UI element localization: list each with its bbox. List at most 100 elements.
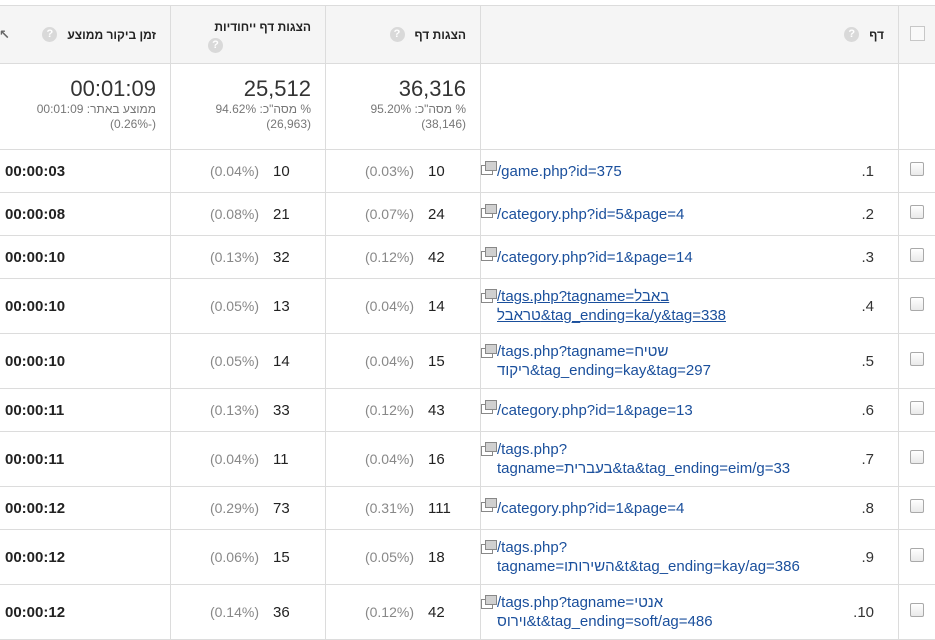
unique-pageviews-percent: (0.06%) — [209, 549, 259, 565]
help-icon[interactable]: ? — [844, 27, 860, 42]
totals-row: 36,316 % מסה"כ: 95.20% (38,146) 25,512 %… — [0, 63, 935, 150]
unique-pageviews-value: 10 — [273, 162, 290, 180]
page-link[interactable]: /category.php?id=1&page=14 — [497, 248, 834, 267]
open-in-new-window-icon[interactable] — [481, 497, 497, 512]
avg-time-cell: 00:00:10 — [0, 278, 171, 334]
open-in-new-window-icon[interactable] — [481, 344, 497, 358]
avg-time-value: 00:00:12 — [5, 548, 66, 566]
pageviews-value: 43 — [428, 401, 445, 419]
page-link[interactable]: /game.php?id=375 — [497, 162, 834, 181]
unique-pageviews-cell: 11 (0.04%) — [170, 431, 326, 487]
open-in-new-window-icon[interactable] — [481, 289, 497, 303]
open-in-new-window-icon[interactable] — [481, 442, 497, 456]
open-in-new-window-icon[interactable] — [481, 160, 497, 175]
pageviews-value: 24 — [428, 205, 445, 223]
pageviews-percent: (0.12%) — [364, 604, 414, 620]
unique-pageviews-value: 32 — [273, 248, 290, 266]
column-header-avg-time[interactable]: זמן ביקור ממוצע ? ↖ — [0, 5, 171, 64]
pageviews-value: 16 — [428, 450, 445, 468]
row-checkbox[interactable] — [910, 205, 925, 219]
row-number: 5. — [861, 352, 874, 370]
row-select-cell — [898, 529, 935, 585]
row-number: 9. — [861, 548, 874, 566]
row-select-cell — [898, 333, 935, 389]
unique-pageviews-percent: (0.05%) — [209, 353, 259, 369]
row-checkbox[interactable] — [910, 297, 925, 311]
help-icon[interactable]: ? — [42, 27, 58, 42]
unique-pageviews-value: 36 — [273, 603, 290, 621]
page-link[interactable]: /tags.php?tagname=שטיח ריקוד&tag_ending=… — [497, 342, 834, 380]
page-cell: 7. /tags.php?tagname=בעברית&ta&tag_endin… — [480, 431, 899, 487]
unique-pageviews-percent: (0.04%) — [209, 451, 259, 467]
row-number: 10. — [853, 603, 874, 621]
open-in-new-window-icon[interactable] — [481, 595, 497, 609]
pageviews-cell: 42 (0.12%) — [325, 584, 481, 640]
row-number: 1. — [861, 162, 874, 180]
column-header-pageviews-label: הצגות דף — [414, 27, 466, 42]
row-checkbox[interactable] — [910, 499, 925, 513]
avg-time-value: 00:00:10 — [5, 297, 66, 315]
open-in-new-window-icon[interactable] — [481, 540, 497, 554]
row-checkbox[interactable] — [910, 352, 925, 366]
page-link[interactable]: /tags.php?tagname=אנטי וירוס&t&tag_endin… — [497, 593, 834, 631]
row-number: 8. — [861, 499, 874, 517]
row-select-cell — [898, 278, 935, 334]
page-link[interactable]: /tags.php?tagname=השירותו&t&tag_ending=k… — [497, 538, 834, 576]
page-cell: 8. /category.php?id=1&page=4 — [480, 486, 899, 530]
sort-arrow-icon[interactable]: ↖ — [0, 27, 10, 43]
unique-pageviews-percent: (0.04%) — [209, 163, 259, 179]
table-row: 10. /tags.php?tagname=אנטי וירוס&t&tag_e… — [0, 584, 935, 640]
unique-pageviews-cell: 36 (0.14%) — [170, 584, 326, 640]
unique-pageviews-value: 73 — [273, 499, 290, 517]
unique-pageviews-percent: (0.13%) — [209, 402, 259, 418]
page-cell: 5. /tags.php?tagname=שטיח ריקוד&tag_endi… — [480, 333, 899, 389]
avg-time-cell: 00:00:11 — [0, 431, 171, 487]
row-checkbox[interactable] — [910, 548, 925, 562]
pageviews-value: 15 — [428, 352, 445, 370]
help-icon[interactable]: ? — [389, 27, 405, 42]
pageviews-cell: 111 (0.31%) — [325, 486, 481, 530]
avg-time-value: 00:00:03 — [5, 162, 66, 180]
pageviews-cell: 14 (0.04%) — [325, 278, 481, 334]
row-checkbox[interactable] — [910, 450, 925, 464]
row-checkbox[interactable] — [910, 162, 925, 176]
avg-time-cell: 00:00:10 — [0, 235, 171, 279]
unique-pageviews-cell: 21 (0.08%) — [170, 192, 326, 236]
totals-unique-cell: 25,512 % מסה"כ: 94.62% (26,963) — [170, 63, 326, 150]
avg-time-cell: 00:00:12 — [0, 529, 171, 585]
column-header-page[interactable]: דף ? — [480, 5, 899, 64]
row-checkbox[interactable] — [910, 248, 925, 262]
column-header-unique-pageviews[interactable]: הצגות דף ייחודיות ? — [170, 5, 326, 64]
total-avg-time-value: 00:01:09 — [70, 76, 156, 101]
open-in-new-window-icon[interactable] — [481, 203, 497, 218]
row-select-cell — [898, 486, 935, 530]
avg-time-cell: 00:00:10 — [0, 333, 171, 389]
row-select-cell — [898, 149, 935, 193]
row-checkbox[interactable] — [910, 603, 925, 617]
page-link[interactable]: /category.php?id=5&page=4 — [497, 205, 834, 224]
table-row: 4. /tags.php?tagname=באבל טראבל&tag_endi… — [0, 278, 935, 334]
help-icon[interactable]: ? — [208, 38, 223, 53]
avg-time-value: 00:00:10 — [5, 248, 66, 266]
column-header-pageviews[interactable]: הצגות דף ? — [325, 5, 481, 64]
pageviews-percent: (0.12%) — [364, 249, 414, 265]
pageviews-value: 10 — [428, 162, 445, 180]
column-header-unique-pageviews-label: הצגות דף ייחודיות — [214, 20, 311, 34]
pageviews-value: 42 — [428, 603, 445, 621]
row-checkbox[interactable] — [910, 401, 925, 415]
open-in-new-window-icon[interactable] — [481, 399, 497, 414]
avg-time-delta: (-0.26%) — [109, 117, 156, 131]
page-link[interactable]: /category.php?id=1&page=13 — [497, 401, 834, 420]
total-unique-site-total: (26,963) — [266, 117, 311, 131]
open-in-new-window-icon[interactable] — [481, 246, 497, 261]
select-all-checkbox[interactable] — [909, 25, 925, 41]
pageviews-value: 42 — [428, 248, 445, 266]
page-cell: 1. /game.php?id=375 — [480, 149, 899, 193]
pageviews-value: 111 — [428, 499, 451, 517]
row-number: 4. — [861, 297, 874, 315]
totals-page-cell — [480, 63, 899, 150]
row-select-cell — [898, 192, 935, 236]
page-link[interactable]: /tags.php?tagname=באבל טראבל&tag_ending=… — [497, 287, 834, 325]
page-link[interactable]: /tags.php?tagname=בעברית&ta&tag_ending=e… — [497, 440, 834, 478]
page-link[interactable]: /category.php?id=1&page=4 — [497, 499, 834, 518]
